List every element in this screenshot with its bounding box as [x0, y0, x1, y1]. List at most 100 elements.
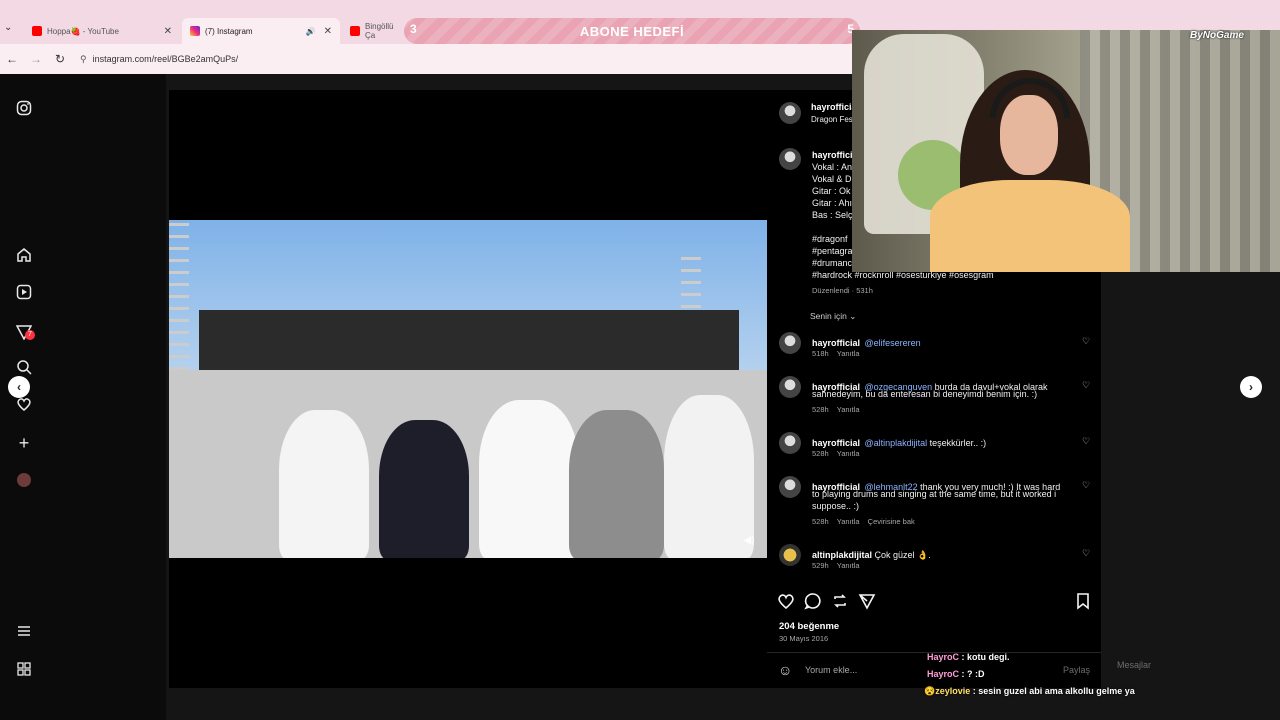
youtube-icon: [350, 26, 360, 36]
comment-user[interactable]: hayrofficial: [812, 438, 860, 448]
audio-playing-icon[interactable]: 🔊: [306, 27, 316, 36]
comment-mention[interactable]: @elifesereren: [864, 338, 920, 348]
youtube-icon: [32, 26, 42, 36]
comment-icon[interactable]: [804, 592, 822, 615]
crowd-person: [479, 400, 579, 558]
next-post-button[interactable]: ›: [1240, 376, 1262, 398]
comment-avatar[interactable]: [779, 476, 801, 498]
chat-user: zeylovie: [935, 686, 971, 696]
instagram-sidebar: 7 +: [0, 74, 166, 720]
tab-label: (7) Instagram: [205, 26, 253, 36]
see-translation-button[interactable]: Çevirisine bak: [868, 517, 915, 526]
mute-toggle-icon[interactable]: ◀): [740, 532, 758, 550]
reels-icon[interactable]: [15, 284, 33, 302]
hashtag-line[interactable]: #pentagra: [812, 246, 853, 256]
comment-text: suppose.. :): [812, 501, 860, 511]
reply-button[interactable]: Yanıtla: [837, 517, 860, 526]
chat-text: : sesin guzel abi ama alkollu gelme ya: [970, 686, 1135, 696]
hashtag-line[interactable]: #dragonf: [812, 234, 848, 244]
comment-text: teşekkürler.. :): [927, 438, 987, 448]
post-location[interactable]: Dragon Fest: [811, 115, 855, 124]
home-icon[interactable]: [15, 247, 33, 265]
like-comment-icon[interactable]: ♡: [1082, 336, 1090, 347]
tab-label: Hoppa🍓 - YouTube: [47, 26, 119, 36]
tab-youtube-2[interactable]: Bingöllü Ça: [342, 18, 412, 44]
url-field[interactable]: instagram.com/reel/BGBe2amQuPs/: [93, 54, 239, 64]
notification-badge: 7: [25, 330, 35, 340]
notifications-heart-icon[interactable]: [15, 396, 33, 414]
reply-button[interactable]: Yanıtla: [837, 349, 860, 358]
comment-avatar[interactable]: [779, 332, 801, 354]
forward-button[interactable]: →: [24, 52, 48, 66]
reply-button[interactable]: Yanıtla: [837, 561, 860, 570]
comment-avatar[interactable]: [779, 432, 801, 454]
reply-button[interactable]: Yanıtla: [837, 449, 860, 458]
like-count[interactable]: 204 beğenme: [779, 621, 839, 632]
comment-user[interactable]: hayrofficial: [812, 338, 860, 348]
previous-post-button[interactable]: ‹: [8, 376, 30, 398]
stage-truss: [169, 220, 189, 370]
comment-text: sahnedeyim, bu da enteresan bi deneyimdi…: [812, 389, 1038, 399]
comment-text: Çok güzel 👌.: [872, 550, 931, 560]
caption-avatar[interactable]: [779, 148, 801, 170]
like-comment-icon[interactable]: ♡: [1082, 380, 1090, 391]
subscriber-goal-banner: 3 ABONE HEDEFİ 5: [404, 18, 860, 44]
save-bookmark-icon[interactable]: [1074, 592, 1092, 615]
comment-avatar[interactable]: [779, 544, 801, 566]
like-comment-icon[interactable]: ♡: [1082, 436, 1090, 447]
comment-mention[interactable]: @altinplakdijital: [864, 438, 927, 448]
like-comment-icon[interactable]: ♡: [1082, 548, 1090, 559]
reload-button[interactable]: ↻: [48, 52, 72, 66]
comment-age: 528h: [812, 405, 829, 414]
address-bar: ← → ↻ ⚲ instagram.com/reel/BGBe2amQuPs/: [0, 44, 852, 74]
profile-avatar[interactable]: [15, 471, 33, 489]
streamer-body: [930, 180, 1130, 272]
search-icon[interactable]: [15, 359, 33, 377]
messages-drawer[interactable]: Mesajlar: [1117, 660, 1151, 670]
caption-line: Gitar : Ahı: [812, 198, 853, 208]
close-tab-icon[interactable]: ✕: [164, 26, 172, 37]
comment-meta: 528h Yanıtla: [812, 405, 860, 414]
chat-user: HayroC: [927, 652, 960, 662]
messages-icon[interactable]: 7: [15, 324, 35, 342]
site-info-icon[interactable]: ⚲: [80, 54, 87, 65]
hashtag-line[interactable]: #drumanc: [812, 258, 852, 268]
more-apps-icon[interactable]: [15, 661, 33, 679]
like-comment-icon[interactable]: ♡: [1082, 480, 1090, 491]
banner-title: ABONE HEDEFİ: [579, 23, 685, 39]
tab-youtube[interactable]: Hoppa🍓 - YouTube ✕: [24, 18, 180, 44]
back-button[interactable]: ←: [0, 52, 24, 66]
post-date: 30 Mayıs 2016: [779, 634, 829, 643]
create-icon[interactable]: +: [15, 434, 33, 452]
post-comment-button[interactable]: Paylaş: [1063, 665, 1090, 675]
chat-message: HayroC : ? :D: [927, 669, 985, 679]
chat-badge-icon: 😵: [924, 686, 936, 696]
crowd-person: [379, 420, 469, 558]
comment-meta: 518h Yanıtla: [812, 349, 860, 358]
chat-message: HayroC : kotu degi.: [927, 652, 1010, 662]
tab-instagram[interactable]: (7) Instagram 🔊 ✕: [182, 18, 340, 44]
caption-line: Gitar : Ok: [812, 186, 851, 196]
tab-list-menu-icon[interactable]: ⌄: [4, 22, 12, 33]
author-avatar[interactable]: [779, 102, 801, 124]
like-post-icon[interactable]: [777, 592, 795, 615]
edited-timestamp: Düzenlendi · 531h: [812, 286, 873, 295]
comment-text: to playing drums and singing at the same…: [812, 489, 1057, 499]
caption-line: Vokal & D: [812, 174, 852, 184]
comment-input[interactable]: Yorum ekle...: [805, 665, 857, 675]
share-icon[interactable]: [858, 592, 876, 615]
repost-icon[interactable]: [831, 592, 849, 615]
comment-avatar[interactable]: [779, 376, 801, 398]
comment-meta: 528h Yanıtla: [812, 449, 860, 458]
comment-user[interactable]: altinplakdijital: [812, 550, 872, 560]
comment-sort-dropdown[interactable]: Senin için ⌄: [810, 311, 856, 322]
chat-text: : ? :D: [959, 669, 985, 679]
reel-video-frame[interactable]: [169, 220, 767, 558]
comment-meta: 528h Yanıtla Çevirisine bak: [812, 517, 915, 526]
instagram-icon[interactable]: [15, 100, 33, 118]
emoji-icon[interactable]: ☺: [778, 662, 792, 678]
menu-icon[interactable]: [15, 623, 33, 641]
close-tab-icon[interactable]: ✕: [324, 26, 332, 37]
reply-button[interactable]: Yanıtla: [837, 405, 860, 414]
chat-text: : kotu degi.: [959, 652, 1010, 662]
